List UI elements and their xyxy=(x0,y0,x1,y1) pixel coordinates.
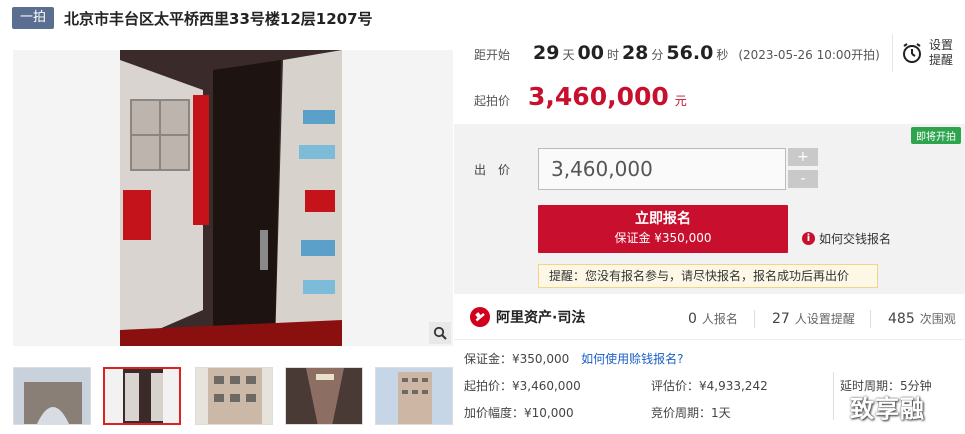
countdown-minutes-unit: 分 xyxy=(651,48,664,62)
auction-round-badge: 一拍 xyxy=(12,7,55,29)
thumbnail-2[interactable] xyxy=(103,367,181,425)
signup-count-label: 人报名 xyxy=(701,312,738,326)
bid-label: 出价 xyxy=(474,163,523,177)
deposit-text: 保证金：¥350,000 xyxy=(464,352,570,366)
countdown-seconds-unit: 秒 xyxy=(716,48,729,62)
view-count-value: 485 xyxy=(888,311,915,327)
detail-divider xyxy=(833,372,834,420)
how-to-pay-link[interactable]: i 如何交钱报名 xyxy=(802,230,891,247)
magnifier-icon xyxy=(433,326,447,340)
increase-bid-button[interactable]: + xyxy=(788,148,818,166)
start-price-label: 起拍价 xyxy=(474,94,511,108)
detail-increment: 加价幅度：¥10,000 xyxy=(464,406,574,420)
ali-assets-logo-icon xyxy=(470,307,490,327)
start-time-note: (2023-05-26 10:00开拍) xyxy=(738,48,880,62)
thumbnail-3[interactable] xyxy=(195,367,273,425)
countdown-label: 距开始 xyxy=(474,48,511,62)
set-reminder-button[interactable]: 设置 提醒 xyxy=(892,34,954,72)
countdown-hours-unit: 时 xyxy=(606,48,619,62)
watermark: 致享融 xyxy=(850,395,925,423)
countdown-days-unit: 天 xyxy=(562,48,575,62)
start-price-value: 3,460,000 xyxy=(528,82,669,111)
detail-bid-cycle: 竞价周期：1天 xyxy=(651,406,731,420)
bid-amount-input[interactable]: 3,460,000 xyxy=(538,148,786,190)
brand-name: 阿里资产·司法 xyxy=(496,310,586,326)
countdown-minutes: 28 xyxy=(621,42,649,64)
reminder-count-label: 人设置提醒 xyxy=(794,312,855,326)
countdown-hours: 00 xyxy=(577,42,604,64)
info-icon: i xyxy=(802,232,815,245)
status-badge: 即将开拍 xyxy=(911,127,961,144)
building-facade-thumbnail xyxy=(196,368,272,424)
reminder-label: 设置 提醒 xyxy=(929,38,953,68)
thumbnail-4[interactable] xyxy=(285,367,363,425)
reminder-count-value: 27 xyxy=(772,311,790,327)
start-price-row: 起拍价 3,460,000 元 xyxy=(474,82,687,116)
signup-button-label: 立即报名 xyxy=(635,211,691,227)
tower-thumbnail xyxy=(376,368,452,424)
brand-stats-row: 阿里资产·司法 0 人报名 27 人设置提醒 485 次围观 xyxy=(454,296,965,340)
reminder-count: 27 人设置提醒 xyxy=(772,310,855,327)
detail-appraisal: 评估价：¥4,933,242 xyxy=(651,379,768,393)
building-gate-thumbnail xyxy=(14,368,90,424)
deposit-info: 保证金：¥350,000 如何使用赊钱报名? xyxy=(464,350,683,367)
view-count-label: 次围观 xyxy=(919,312,956,326)
page-title: 北京市丰台区太平桥西里33号楼12层1207号 xyxy=(64,9,373,28)
start-price-unit: 元 xyxy=(674,94,687,108)
decrease-bid-button[interactable]: - xyxy=(788,170,818,188)
countdown: 距开始 29 天 00 时 28 分 56.0 秒 (2023-05-26 10… xyxy=(474,42,880,72)
thumbnail-1[interactable] xyxy=(13,367,91,425)
corridor-thumbnail xyxy=(286,368,362,424)
door-thumbnail xyxy=(105,369,179,423)
reminder-label-line1: 设置 xyxy=(929,38,954,52)
bid-panel: 即将开拍 出价 3,460,000 + - 立即报名 保证金 ¥350,000 … xyxy=(454,124,965,294)
deposit-help-link[interactable]: 如何使用赊钱报名? xyxy=(581,352,683,366)
countdown-seconds: 56.0 xyxy=(666,42,714,64)
signup-count: 0 人报名 xyxy=(688,310,738,327)
signup-tip: 提醒：您没有报名参与，请尽快报名，报名成功后再出价 xyxy=(538,264,878,288)
door-photo xyxy=(13,50,453,346)
how-to-pay-label: 如何交钱报名 xyxy=(819,232,892,246)
brand: 阿里资产·司法 xyxy=(470,307,585,327)
main-photo[interactable] xyxy=(13,50,453,346)
reminder-label-line2: 提醒 xyxy=(929,53,954,67)
signup-count-value: 0 xyxy=(688,311,697,327)
title-row: 一拍 北京市丰台区太平桥西里33号楼12层1207号 xyxy=(12,6,373,30)
signup-deposit-label: 保证金 ¥350,000 xyxy=(614,231,712,245)
stat-divider xyxy=(870,310,871,328)
view-count: 485 次围观 xyxy=(888,310,956,327)
detail-start-price: 起拍价：¥3,460,000 xyxy=(464,379,581,393)
alarm-clock-icon xyxy=(903,43,921,63)
thumbnail-5[interactable] xyxy=(375,367,453,425)
countdown-days: 29 xyxy=(533,42,560,64)
stat-divider xyxy=(754,310,755,328)
signup-button[interactable]: 立即报名 保证金 ¥350,000 xyxy=(538,205,788,253)
thumbnail-strip xyxy=(13,367,465,425)
zoom-button[interactable] xyxy=(429,322,451,344)
hammer-glyph xyxy=(475,312,485,322)
